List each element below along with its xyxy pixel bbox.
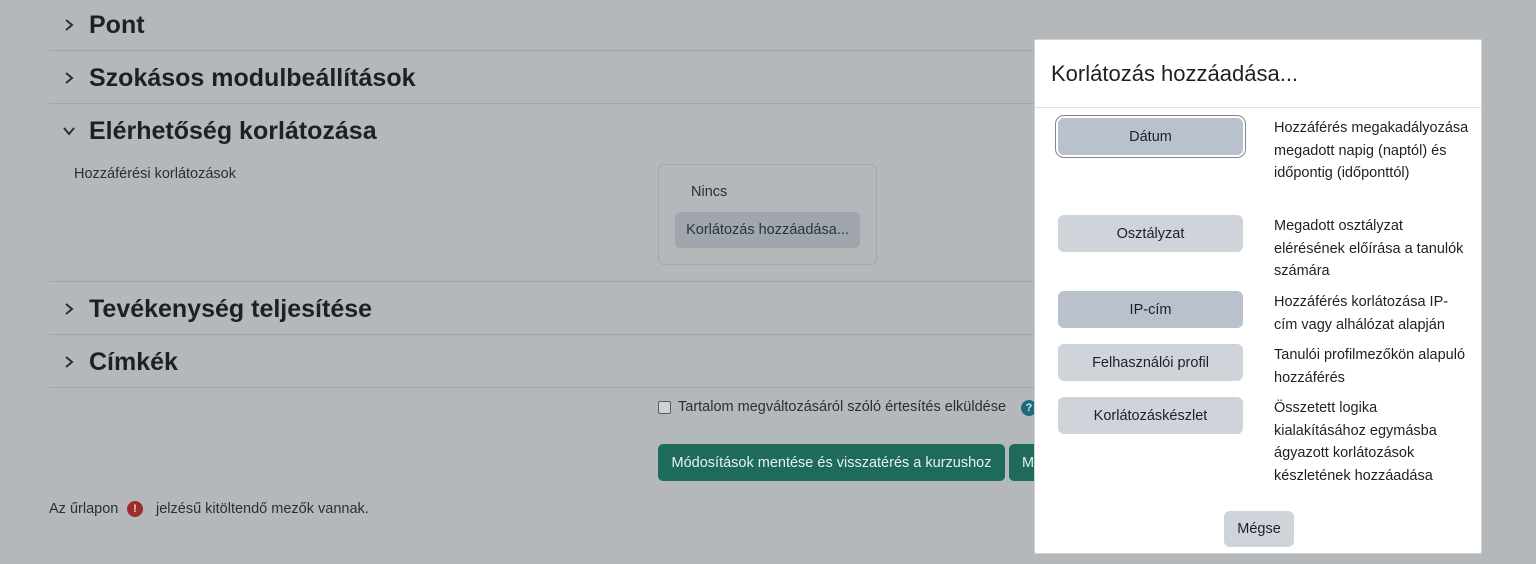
section-title: Címkék	[89, 347, 178, 376]
section-module-settings[interactable]: Szokásos modulbeállítások	[49, 61, 1149, 95]
restrictions-none-text: Nincs	[691, 184, 728, 200]
date-option-button[interactable]: Dátum	[1058, 118, 1243, 155]
user-profile-option-button[interactable]: Felhasználói profil	[1058, 344, 1243, 381]
chevron-right-icon	[55, 355, 83, 369]
chevron-right-icon	[55, 18, 83, 32]
add-restriction-modal: Korlátozás hozzáadása... Dátum Hozzáféré…	[1034, 39, 1482, 554]
required-icon: !	[127, 501, 143, 517]
divider	[49, 50, 1149, 51]
section-tags[interactable]: Címkék	[49, 345, 1149, 379]
section-restrict-access[interactable]: Elérhetőség korlátozása	[49, 114, 1149, 148]
restriction-set-option-description: Összetett logika kialakításához egymásba…	[1274, 400, 1437, 484]
restrictions-box: Nincs Korlátozás hozzáadása...	[658, 164, 877, 265]
cancel-button[interactable]: Mégse	[1224, 511, 1294, 547]
restriction-set-option-button[interactable]: Korlátozáskészlet	[1058, 397, 1243, 434]
restrictions-label: Hozzáférési korlátozások	[74, 166, 236, 182]
chevron-right-icon	[55, 71, 83, 85]
section-pont[interactable]: Pont	[49, 8, 1149, 42]
chevron-down-icon	[55, 124, 83, 138]
required-note-after: jelzésű kitöltendő mezők vannak.	[156, 501, 369, 517]
section-title: Szokásos modulbeállítások	[89, 63, 416, 92]
section-title: Pont	[89, 10, 145, 39]
grade-option-button[interactable]: Osztályzat	[1058, 215, 1243, 252]
required-note-before: Az űrlapon	[49, 501, 119, 517]
ip-option-button[interactable]: IP-cím	[1058, 291, 1243, 328]
user-profile-option-description: Tanulói profilmezőkön alapuló hozzáférés	[1274, 347, 1466, 386]
save-and-return-button[interactable]: Módosítások mentése és visszatérés a kur…	[658, 444, 1005, 481]
notify-checkbox-label: Tartalom megváltozásáról szóló értesítés…	[678, 399, 1007, 415]
notify-checkbox[interactable]	[658, 401, 671, 414]
modal-header-divider	[1035, 107, 1481, 108]
date-option-description: Hozzáférés megakadályozása megadott napi…	[1274, 120, 1469, 181]
divider	[49, 103, 1149, 104]
chevron-right-icon	[55, 302, 83, 316]
modal-title: Korlátozás hozzáadása...	[1051, 61, 1299, 86]
divider	[49, 334, 1149, 335]
section-title: Elérhetőség korlátozása	[89, 116, 377, 145]
section-title: Tevékenység teljesítése	[89, 294, 373, 323]
section-completion[interactable]: Tevékenység teljesítése	[49, 292, 1149, 326]
divider	[49, 387, 1149, 388]
divider	[49, 281, 1149, 282]
grade-option-description: Megadott osztályzat elérésének előírása …	[1274, 218, 1464, 279]
add-restriction-button[interactable]: Korlátozás hozzáadása...	[675, 212, 860, 248]
ip-option-description: Hozzáférés korlátozása IP-cím vagy alhál…	[1274, 294, 1449, 333]
